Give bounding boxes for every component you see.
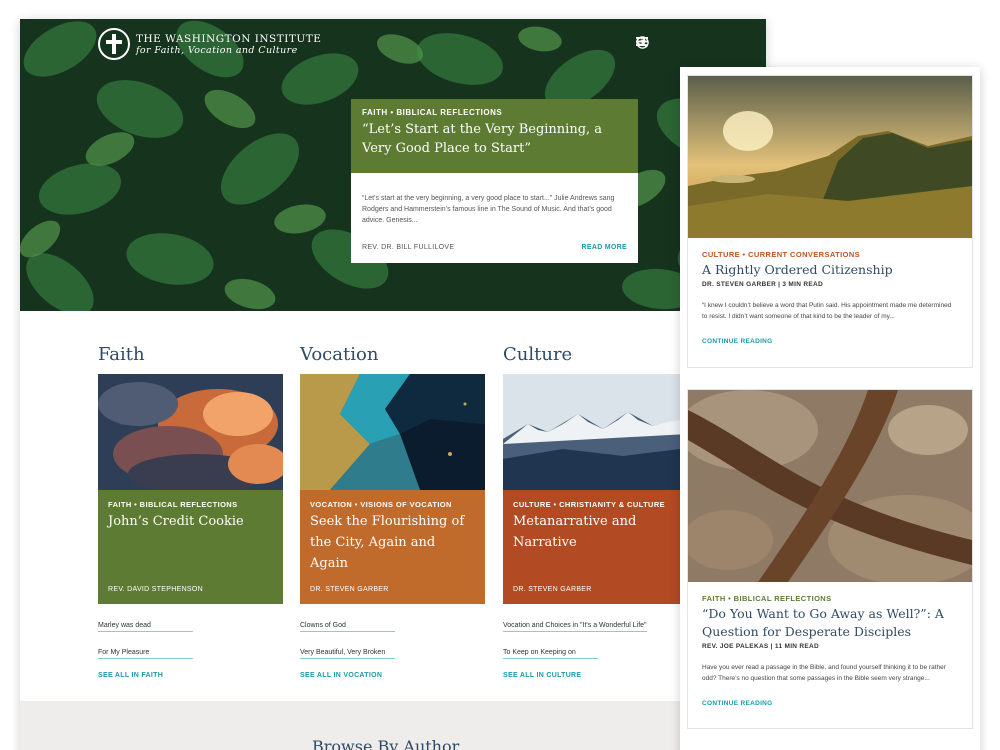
featured-card-header: FAITH • BIBLICAL REFLECTIONS “Let’s Star… [351, 99, 638, 173]
landscape-image[interactable] [688, 76, 972, 238]
logo-subtitle: for Faith, Vocation and Culture [136, 44, 298, 56]
vocation-card-title[interactable]: Seek the Flourishing of the City, Again … [310, 511, 475, 574]
featured-author: REV. DR. BILL FULLILOVE [362, 244, 455, 251]
cross-logo-icon [98, 28, 130, 60]
card-title[interactable]: A Rightly Ordered Citizenship [702, 261, 958, 279]
help-icon[interactable]: ? [636, 36, 669, 49]
desktop-site-panel: THE WASHINGTON INSTITUTE for Faith, Voca… [20, 19, 766, 750]
card-excerpt: “I knew I couldn’t believe a word that P… [702, 302, 952, 320]
card-kicker: FAITH • BIBLICAL REFLECTIONS [702, 594, 832, 603]
featured-title[interactable]: “Let’s Start at the Very Beginning, a Ve… [362, 120, 627, 158]
culture-article-card[interactable]: CULTURE • CHRISTIANITY & CULTURE Metanar… [503, 490, 688, 604]
article-card-citizenship[interactable]: CULTURE • CURRENT CONVERSATIONS A Rightl… [687, 75, 973, 368]
faith-clouds-image[interactable] [98, 374, 283, 490]
card-meta: DR. STEVEN GARBER | 3 MIN READ [702, 281, 823, 288]
see-all-faith-link[interactable]: SEE ALL IN FAITH [98, 672, 283, 679]
culture-links: Vocation and Choices in "It's a Wonderfu… [503, 614, 688, 679]
faith-card-author: REV. DAVID STEPHENSON [108, 586, 203, 593]
faith-link-2[interactable]: For My Pleasure [98, 648, 193, 659]
culture-mountains-image[interactable] [503, 374, 688, 490]
card-excerpt: Have you ever read a passage in the Bibl… [702, 664, 946, 682]
see-all-vocation-link[interactable]: SEE ALL IN VOCATION [300, 672, 485, 679]
mobile-view-panel: CULTURE • CURRENT CONVERSATIONS A Rightl… [680, 67, 980, 750]
continue-reading-link[interactable]: CONTINUE READING [702, 338, 958, 345]
card-body: CULTURE • CURRENT CONVERSATIONS A Rightl… [688, 238, 972, 357]
vocation-aerial-image[interactable] [300, 374, 485, 490]
card-title[interactable]: “Do You Want to Go Away as Well?”: A Que… [702, 605, 958, 641]
featured-excerpt: “Let’s start at the very beginning, a ve… [362, 195, 615, 224]
vocation-links: Clowns of God Very Beautiful, Very Broke… [300, 614, 485, 679]
browse-by-author-section: Browse By Author [20, 701, 766, 750]
header-icons: ? [636, 36, 689, 49]
menu-icon[interactable] [636, 36, 689, 49]
featured-kicker: FAITH • BIBLICAL REFLECTIONS [362, 108, 503, 117]
see-all-culture-link[interactable]: SEE ALL IN CULTURE [503, 672, 688, 679]
logo-title: THE WASHINGTON INSTITUTE [136, 32, 322, 45]
culture-card-title[interactable]: Metanarrative and Narrative [513, 511, 678, 553]
site-logo[interactable]: THE WASHINGTON INSTITUTE for Faith, Voca… [98, 28, 321, 60]
vocation-column: Vocation VOCATION • VISIONS OF VOCATION … [300, 344, 485, 679]
culture-heading: Culture [503, 344, 573, 365]
culture-card-kicker: CULTURE • CHRISTIANITY & CULTURE [513, 500, 666, 509]
hero-banner: THE WASHINGTON INSTITUTE for Faith, Voca… [20, 19, 766, 311]
faith-links: Marley was dead For My Pleasure SEE ALL … [98, 614, 283, 679]
card-body: FAITH • BIBLICAL REFLECTIONS “Do You Wan… [688, 582, 972, 719]
article-card-desperate-disciples[interactable]: FAITH • BIBLICAL REFLECTIONS “Do You Wan… [687, 389, 973, 729]
vocation-link-1[interactable]: Clowns of God [300, 621, 395, 632]
faith-card-title[interactable]: John’s Credit Cookie [108, 511, 273, 532]
faith-link-1[interactable]: Marley was dead [98, 621, 193, 632]
faith-article-card[interactable]: FAITH • BIBLICAL REFLECTIONS John’s Cred… [98, 490, 283, 604]
culture-link-1[interactable]: Vocation and Choices in "It's a Wonderfu… [503, 621, 647, 632]
vocation-card-author: DR. STEVEN GARBER [310, 586, 389, 593]
culture-link-2[interactable]: To Keep on Keeping on [503, 648, 598, 659]
vocation-link-2[interactable]: Very Beautiful, Very Broken [300, 648, 395, 659]
card-meta: REV. JOE PALEKAS | 11 MIN READ [702, 643, 820, 650]
continue-reading-link[interactable]: CONTINUE READING [702, 700, 958, 707]
faith-heading: Faith [98, 344, 145, 365]
vocation-article-card[interactable]: VOCATION • VISIONS OF VOCATION Seek the … [300, 490, 485, 604]
faith-card-kicker: FAITH • BIBLICAL REFLECTIONS [108, 500, 238, 509]
browse-heading: Browse By Author [312, 737, 460, 750]
bread-texture-image[interactable] [688, 390, 972, 582]
vocation-heading: Vocation [300, 344, 379, 365]
culture-column: Culture CULTURE • CHRISTIANITY & CULTURE… [503, 344, 688, 679]
culture-card-author: DR. STEVEN GARBER [513, 586, 592, 593]
featured-article-card[interactable]: FAITH • BIBLICAL REFLECTIONS “Let’s Star… [351, 99, 638, 263]
read-more-link[interactable]: READ MORE [582, 244, 627, 251]
faith-column: Faith FAITH • BIBLICAL REFLECTIONS John’… [98, 344, 283, 679]
card-kicker: CULTURE • CURRENT CONVERSATIONS [702, 250, 861, 259]
featured-card-body: “Let’s start at the very beginning, a ve… [351, 173, 638, 263]
vocation-card-kicker: VOCATION • VISIONS OF VOCATION [310, 500, 452, 509]
